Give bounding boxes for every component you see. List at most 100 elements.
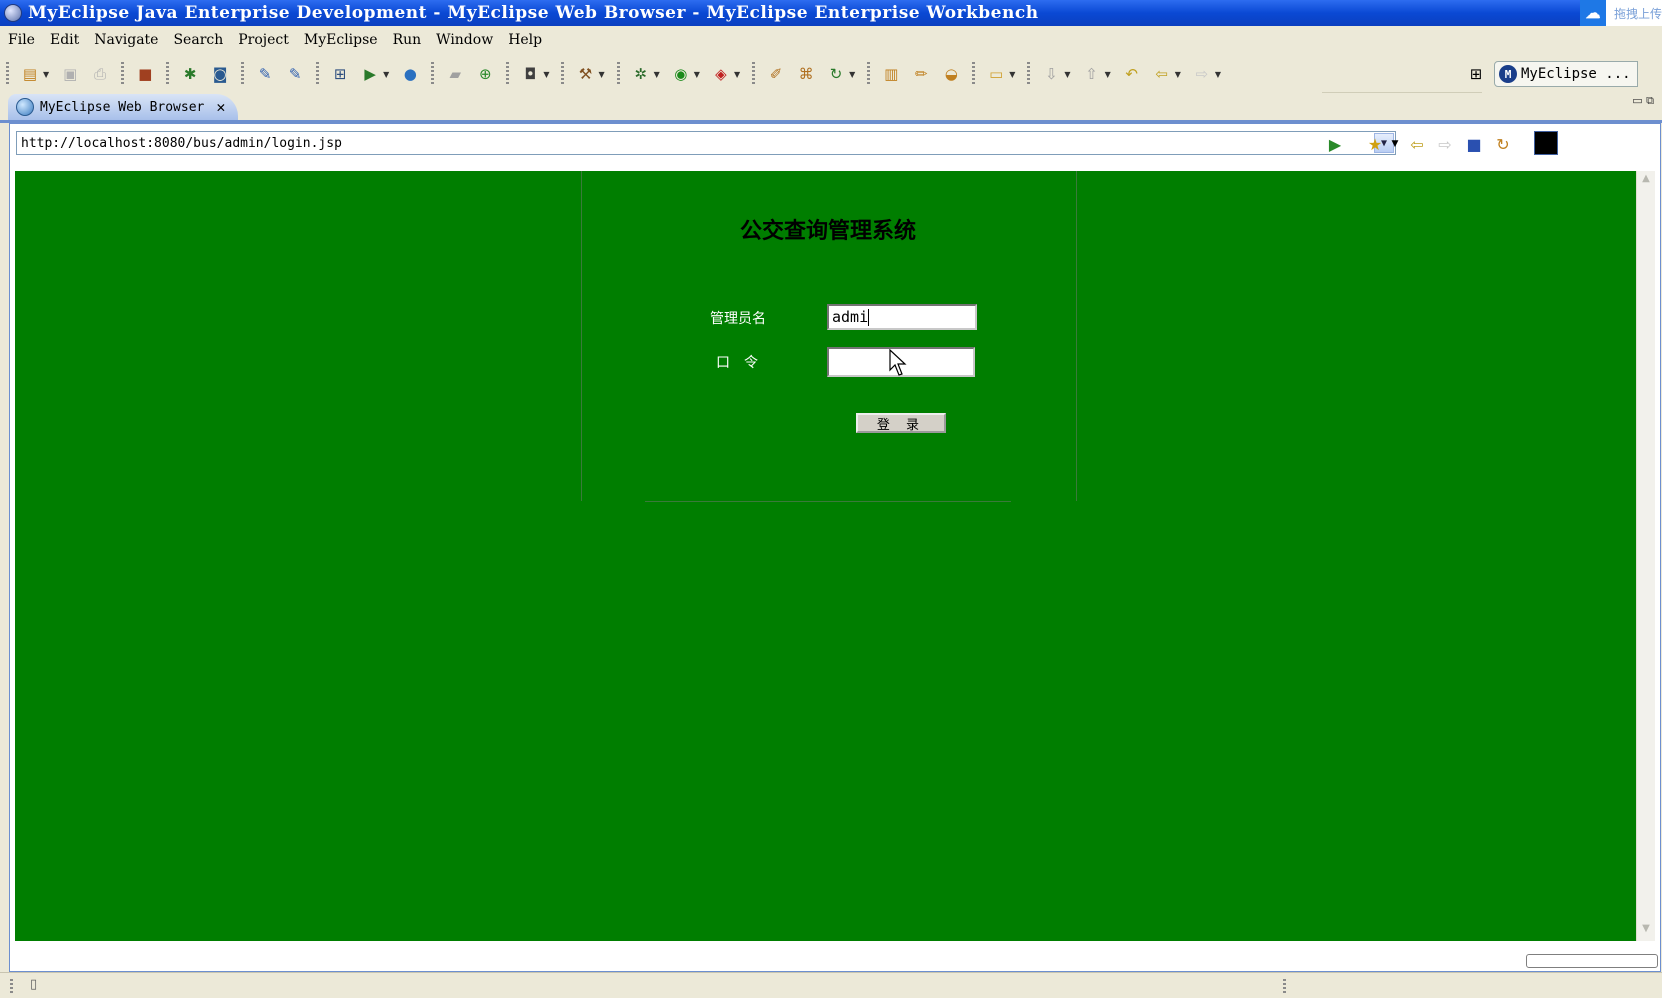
- hierarchy-icon[interactable]: ⊞: [329, 63, 351, 85]
- toolbar-separator: [752, 62, 756, 86]
- url-input[interactable]: http://localhost:8080/bus/admin/login.js…: [16, 131, 1396, 155]
- perspective-button[interactable]: M MyEclipse ...: [1494, 61, 1638, 87]
- web-icon[interactable]: ✎: [284, 63, 306, 85]
- new-wizard-icon[interactable]: ✐: [765, 63, 787, 85]
- globe-icon[interactable]: ●: [399, 63, 421, 85]
- scroll-up-icon[interactable]: ▲: [1639, 173, 1653, 189]
- scroll-down-icon[interactable]: ▼: [1639, 923, 1653, 939]
- package-icon[interactable]: ■: [134, 63, 156, 85]
- run-icon[interactable]: ◉: [670, 63, 692, 85]
- prev-annotation-icon[interactable]: ⇧: [1081, 63, 1103, 85]
- chevron-down-icon[interactable]: ▼: [1064, 70, 1070, 79]
- web-page-viewport[interactable]: 公交查询管理系统 管理员名 admi 口 令 登 录: [15, 171, 1637, 941]
- chevron-down-icon[interactable]: ▼: [1175, 70, 1181, 79]
- globe-icon: [16, 98, 34, 116]
- username-label: 管理员名: [710, 311, 766, 327]
- fast-view-icon[interactable]: ▯: [30, 977, 46, 993]
- status-bar: ▯: [0, 972, 1662, 998]
- window-title-bar: MyEclipse Java Enterprise Development - …: [0, 0, 1662, 26]
- chevron-down-icon[interactable]: ▼: [1105, 70, 1111, 79]
- menu-project[interactable]: Project: [230, 32, 296, 48]
- close-icon[interactable]: ✕: [216, 98, 225, 116]
- username-field[interactable]: admi: [827, 304, 977, 330]
- add-icon[interactable]: ⊕: [474, 63, 496, 85]
- username-value: admi: [832, 308, 869, 326]
- go-icon[interactable]: ▶: [1324, 133, 1346, 155]
- server-icon[interactable]: ◙: [209, 63, 231, 85]
- save-icon[interactable]: ▣: [59, 63, 81, 85]
- camera-icon[interactable]: ◘: [519, 63, 541, 85]
- open-type-icon[interactable]: ▥: [880, 63, 902, 85]
- print-icon[interactable]: ⎙: [89, 63, 111, 85]
- open-perspective-icon[interactable]: ⊞: [1466, 64, 1486, 84]
- new-icon[interactable]: ▤: [19, 63, 41, 85]
- menu-help[interactable]: Help: [500, 32, 549, 48]
- login-panel-divider: [645, 501, 1011, 502]
- menu-navigate[interactable]: Navigate: [86, 32, 165, 48]
- page-title: 公交查询管理系统: [739, 218, 916, 244]
- tree-icon[interactable]: ⌘: [795, 63, 817, 85]
- minimize-maximize-icon[interactable]: ▭ ⧉: [1632, 94, 1654, 108]
- horizontal-scrollbar[interactable]: [1526, 954, 1658, 968]
- run-server-icon[interactable]: ▶: [359, 63, 381, 85]
- menu-myeclipse[interactable]: MyEclipse: [296, 32, 385, 48]
- toolbar-separator: [431, 62, 435, 86]
- next-annotation-icon[interactable]: ⇩: [1040, 63, 1062, 85]
- upload-tray[interactable]: ☁ 拖拽上传: [1580, 0, 1662, 26]
- login-button[interactable]: 登 录: [856, 413, 946, 433]
- chevron-down-icon[interactable]: ▼: [1215, 70, 1221, 79]
- tool-icon[interactable]: ⚒: [574, 63, 596, 85]
- refresh-icon[interactable]: ↻: [825, 63, 847, 85]
- external-tools-icon[interactable]: ◈: [710, 63, 732, 85]
- menu-run[interactable]: Run: [385, 32, 429, 48]
- refresh-icon[interactable]: ↻: [1492, 133, 1514, 155]
- last-edit-icon[interactable]: ↶: [1121, 63, 1143, 85]
- tab-web-browser[interactable]: MyEclipse Web Browser ✕: [8, 94, 238, 120]
- toolbar-divider: [1322, 56, 1482, 93]
- chevron-down-icon[interactable]: ▼: [383, 70, 389, 79]
- deploy-icon[interactable]: ✱: [179, 63, 201, 85]
- main-toolbar: ▤ ▼ ▣ ⎙ ■ ✱ ◙ ✎ ✎ ⊞ ▶ ▼ ● ▰ ⊕ ◘ ▼ ⚒ ▼ ✲ ▼ ◉ ▼ …: [0, 56, 1662, 93]
- password-label: 口 令: [716, 355, 758, 371]
- perspective-label: MyEclipse ...: [1521, 66, 1631, 82]
- chevron-down-icon[interactable]: ▼: [849, 70, 855, 79]
- menu-edit[interactable]: Edit: [42, 32, 86, 48]
- url-text: http://localhost:8080/bus/admin/login.js…: [21, 135, 342, 151]
- toolbar-separator: [166, 62, 170, 86]
- debug-icon[interactable]: ✲: [630, 63, 652, 85]
- chevron-down-icon[interactable]: ▼: [1384, 133, 1406, 155]
- favorites-icon[interactable]: ★: [1364, 133, 1386, 155]
- jsp-icon[interactable]: ✎: [254, 63, 276, 85]
- editor-tab-strip: MyEclipse Web Browser ✕ ▭ ⧉: [0, 92, 1662, 123]
- toolbar-separator: [241, 62, 245, 86]
- menu-file[interactable]: File: [0, 32, 42, 48]
- app-icon[interactable]: [4, 4, 22, 22]
- chevron-down-icon[interactable]: ▼: [543, 70, 549, 79]
- toolbar-separator: [972, 62, 976, 86]
- forward-icon[interactable]: ⇨: [1191, 63, 1213, 85]
- browser-url-row: http://localhost:8080/bus/admin/login.js…: [10, 124, 1660, 164]
- pencil-icon[interactable]: ✏: [910, 63, 932, 85]
- chevron-down-icon[interactable]: ▼: [694, 70, 700, 79]
- folder-icon[interactable]: ▭: [985, 63, 1007, 85]
- menu-window[interactable]: Window: [428, 32, 500, 48]
- window-title: MyEclipse Java Enterprise Development - …: [28, 3, 1039, 23]
- toolbar-separator: [121, 62, 125, 86]
- chevron-down-icon[interactable]: ▼: [43, 70, 49, 79]
- myeclipse-logo-icon: M: [1499, 65, 1517, 83]
- chevron-down-icon[interactable]: ▼: [734, 70, 740, 79]
- forward-icon[interactable]: ⇨: [1434, 133, 1456, 155]
- tab-label: MyEclipse Web Browser: [40, 99, 205, 115]
- stop-icon[interactable]: ■: [1463, 133, 1485, 155]
- back-icon[interactable]: ⇦: [1406, 133, 1428, 155]
- chevron-down-icon[interactable]: ▼: [654, 70, 660, 79]
- vertical-scrollbar[interactable]: ▲ ▼: [1636, 171, 1655, 941]
- chevron-down-icon[interactable]: ▼: [1009, 70, 1015, 79]
- status-grip: [1283, 979, 1286, 993]
- chevron-down-icon[interactable]: ▼: [598, 70, 604, 79]
- toolbar-separator: [867, 62, 871, 86]
- open-folder-icon[interactable]: ▰: [444, 63, 466, 85]
- menu-search[interactable]: Search: [165, 32, 230, 48]
- open-task-icon[interactable]: ◒: [940, 63, 962, 85]
- back-icon[interactable]: ⇦: [1151, 63, 1173, 85]
